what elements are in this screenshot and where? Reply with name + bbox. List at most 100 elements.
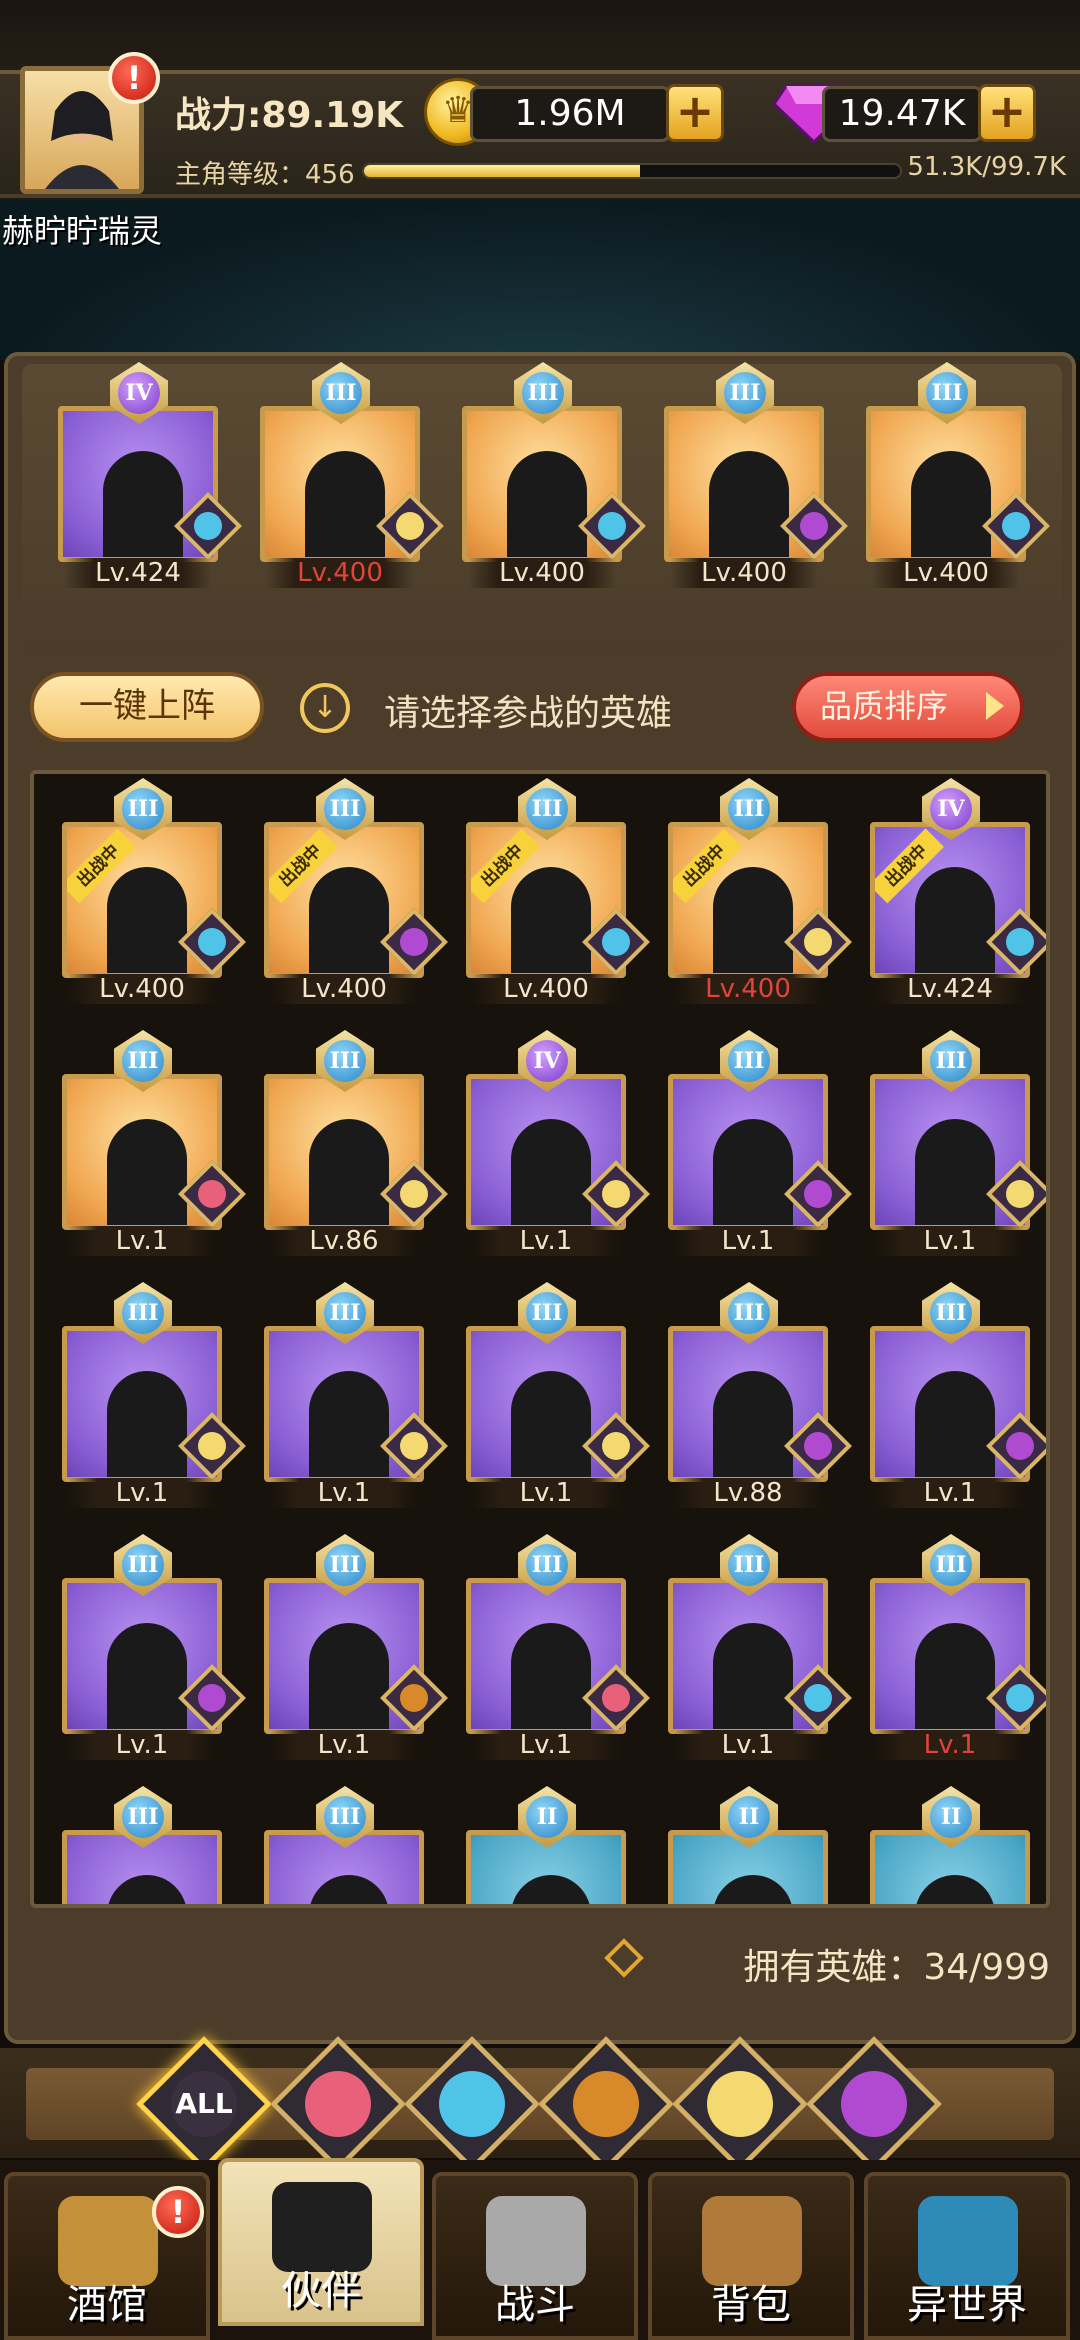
hero-card[interactable]: 出战中 III Lv.400 <box>62 778 246 1004</box>
hero-card[interactable]: III Lv.1 <box>466 1534 650 1760</box>
hero-card[interactable]: 出战中 III Lv.400 <box>264 778 448 1004</box>
hero-level: Lv.400 <box>674 974 822 1004</box>
faction-emblem <box>602 1432 630 1460</box>
rank-numeral: IV <box>930 788 972 830</box>
hero-card[interactable]: III <box>264 1786 424 1904</box>
filter-label <box>305 2071 371 2137</box>
nav-tab-portal[interactable]: 异世界 <box>864 2172 1070 2340</box>
one-click-deploy-button[interactable]: 一键上阵 <box>30 672 264 742</box>
hero-card[interactable]: III <box>62 1786 222 1904</box>
add-gem-button[interactable]: + <box>978 84 1036 142</box>
faction-emblem <box>800 512 828 540</box>
faction-emblem <box>198 1180 226 1208</box>
hero-silhouette <box>305 451 385 557</box>
hero-card[interactable]: III Lv.1 <box>62 1030 246 1256</box>
hero-silhouette <box>915 867 995 973</box>
rank-numeral: III <box>728 1292 770 1334</box>
hero-silhouette <box>713 1875 793 1904</box>
hero-card[interactable]: III Lv.1 <box>264 1282 448 1508</box>
hero-card[interactable]: IV Lv.1 <box>466 1030 650 1256</box>
hero-card[interactable]: III Lv.1 <box>870 1534 1046 1760</box>
faction-emblem <box>602 928 630 956</box>
hero-card[interactable]: II <box>668 1786 828 1904</box>
faction-emblem <box>602 1684 630 1712</box>
rank-numeral: III <box>122 788 164 830</box>
hero-silhouette <box>709 451 789 557</box>
hero-card[interactable]: IV Lv.424 <box>58 362 242 588</box>
hero-level: Lv.86 <box>270 1226 418 1256</box>
nav-tab-beer-mug[interactable]: 酒馆! <box>4 2172 210 2340</box>
hero-silhouette <box>915 1875 995 1904</box>
hero-card[interactable]: III Lv.1 <box>870 1030 1046 1256</box>
rank-numeral: III <box>526 1544 568 1586</box>
rank-numeral: III <box>324 1040 366 1082</box>
hero-silhouette <box>713 1119 793 1225</box>
hero-card[interactable]: III Lv.1 <box>870 1282 1046 1508</box>
hero-card[interactable]: 出战中 III Lv.400 <box>668 778 852 1004</box>
faction-emblem <box>1006 1180 1034 1208</box>
hero-silhouette <box>107 1119 187 1225</box>
hero-card[interactable]: III Lv.400 <box>664 362 848 588</box>
hero-card[interactable]: III Lv.400 <box>462 362 646 588</box>
quality-sort-button[interactable]: 品质排序 <box>792 672 1024 742</box>
faction-emblem <box>804 1432 832 1460</box>
hero-card[interactable]: 出战中 III Lv.400 <box>466 778 650 1004</box>
hero-silhouette <box>309 867 389 973</box>
hero-card[interactable]: III Lv.1 <box>668 1030 852 1256</box>
hero-level: Lv.1 <box>270 1730 418 1760</box>
add-gold-button[interactable]: + <box>666 84 724 142</box>
hero-card[interactable]: III Lv.400 <box>260 362 444 588</box>
hero-card[interactable]: III Lv.86 <box>264 1030 448 1256</box>
hero-card[interactable]: III Lv.1 <box>62 1282 246 1508</box>
hero-level: Lv.1 <box>674 1730 822 1760</box>
hero-roster-grid[interactable]: 出战中 III Lv.400 出战中 III Lv.400 出战中 III Lv.400 出战中 I… <box>30 770 1050 1908</box>
hero-card[interactable]: III Lv.400 <box>866 362 1050 588</box>
hero-level: Lv.1 <box>674 1226 822 1256</box>
exp-progress-text: 51.3K/99.7K <box>907 152 1066 182</box>
hero-level: Lv.400 <box>468 558 616 588</box>
rank-numeral: III <box>728 788 770 830</box>
hero-silhouette <box>511 1371 591 1477</box>
rank-numeral: III <box>122 1292 164 1334</box>
nav-tab-companion[interactable]: 伙伴 <box>218 2158 424 2326</box>
hero-card[interactable]: II <box>466 1786 626 1904</box>
faction-emblem <box>602 1180 630 1208</box>
rank-numeral: IV <box>118 372 160 414</box>
faction-emblem <box>396 512 424 540</box>
rank-numeral: III <box>926 372 968 414</box>
hero-level: Lv.1 <box>270 1478 418 1508</box>
faction-emblem <box>1006 1432 1034 1460</box>
rank-numeral: III <box>122 1796 164 1838</box>
hero-card[interactable]: III Lv.1 <box>264 1534 448 1760</box>
faction-emblem <box>804 1684 832 1712</box>
faction-emblem <box>1006 1684 1034 1712</box>
hero-silhouette <box>915 1623 995 1729</box>
hero-card[interactable]: III Lv.88 <box>668 1282 852 1508</box>
rank-numeral: III <box>324 1292 366 1334</box>
hero-level: Lv.400 <box>472 974 620 1004</box>
hero-level: Lv.400 <box>670 558 818 588</box>
filter-label <box>707 2071 773 2137</box>
hero-card[interactable]: II <box>870 1786 1030 1904</box>
nav-label: 伙伴 <box>281 2268 361 2314</box>
arrow-down-icon: ↓ <box>300 683 350 733</box>
hero-card[interactable]: III Lv.1 <box>668 1534 852 1760</box>
hero-silhouette <box>107 1371 187 1477</box>
faction-emblem <box>598 512 626 540</box>
faction-emblem <box>1002 512 1030 540</box>
nav-tab-backpack[interactable]: 背包 <box>648 2172 854 2340</box>
rank-numeral: III <box>930 1544 972 1586</box>
hero-silhouette <box>915 1119 995 1225</box>
filter-label <box>573 2071 639 2137</box>
rank-numeral: III <box>324 788 366 830</box>
hero-silhouette <box>511 867 591 973</box>
nav-tab-crossed-swords[interactable]: 战斗 <box>432 2172 638 2340</box>
player-name: 赫眝眝瑞灵 <box>2 212 163 250</box>
faction-emblem <box>198 1684 226 1712</box>
hero-card[interactable]: 出战中 IV Lv.424 <box>870 778 1046 1004</box>
exp-progress-fill <box>364 165 640 177</box>
hero-level: Lv.400 <box>266 558 414 588</box>
hero-card[interactable]: III Lv.1 <box>466 1282 650 1508</box>
select-hero-hint: 请选择参战的英雄 <box>384 693 673 734</box>
hero-card[interactable]: III Lv.1 <box>62 1534 246 1760</box>
